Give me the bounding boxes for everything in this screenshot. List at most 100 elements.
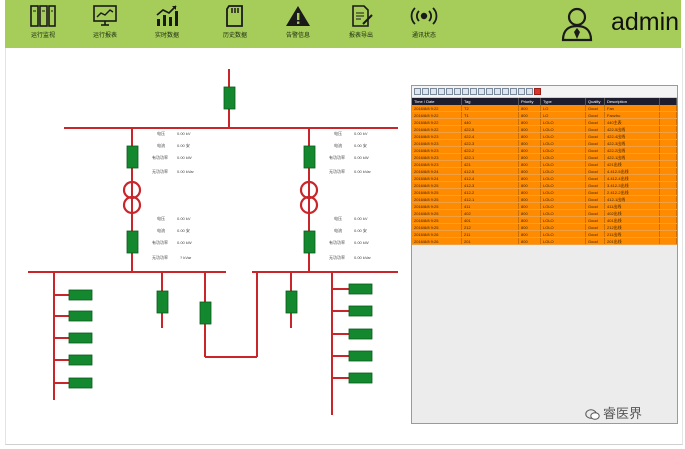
table-cell: 2016/8/8 9:23 [412, 161, 462, 167]
table-row[interactable]: 2016/8/8 9:26 201 800 LOLO Good 201出线 [412, 238, 677, 245]
table-cell: Good [586, 140, 605, 146]
table-cell: 412-2 [462, 189, 519, 195]
broadcast-icon [410, 7, 438, 25]
table-cell: 2016/8/8 9:22 [412, 105, 462, 111]
funnel-icon[interactable] [454, 88, 461, 95]
checkmark-icon[interactable] [470, 88, 477, 95]
table-row[interactable]: 2016/8/8 9:25 412-1 800 LOLO Good 412-1出线 [412, 196, 677, 203]
table-row[interactable]: 2016/8/8 9:22 422-5 800 LOLO Good 422-5出线 [412, 126, 677, 133]
table-cell [660, 105, 677, 111]
table-cell: 422-1 [462, 154, 519, 160]
table-cell: 401 [462, 217, 519, 223]
breaker-feeder-right-2[interactable] [348, 305, 373, 317]
table-cell: 2016/8/8 9:25 [412, 224, 462, 230]
readout-lower-right: 电压 0.00 kV 电流 0.00 安 有功功率 0.00 kW 无功功率 0… [329, 215, 371, 260]
table-cell: 2016/8/8 9:25 [412, 196, 462, 202]
breaker-bus-coupler[interactable] [199, 301, 212, 325]
table-cell [660, 133, 677, 139]
table-row[interactable]: 2016/8/8 9:22 T1 800 LO Good Fanzhu [412, 112, 677, 119]
table-icon[interactable] [438, 88, 445, 95]
paste-icon[interactable] [486, 88, 493, 95]
column-header-description[interactable]: Description [605, 98, 660, 105]
column-header-priority[interactable]: Priority [519, 98, 541, 105]
table-cell: 800 [519, 105, 541, 111]
grid-icon[interactable] [422, 88, 429, 95]
breaker-incoming[interactable] [223, 86, 236, 110]
breaker-right-upper[interactable] [303, 145, 316, 169]
table-cell: LOLO [541, 161, 586, 167]
table-cell [660, 182, 677, 188]
column-header-type[interactable]: Type [541, 98, 586, 105]
table-cell: Good [586, 133, 605, 139]
breaker-feeder-left-4[interactable] [68, 354, 93, 366]
breaker-feeder-left-1[interactable] [68, 289, 93, 301]
watermark: 睿医界 [585, 403, 642, 422]
readout-label: 无功功率 [152, 168, 168, 174]
chart-icon[interactable] [462, 88, 469, 95]
breaker-right-lower[interactable] [303, 230, 316, 254]
column-header-tag[interactable]: Tag [462, 98, 519, 105]
table-row[interactable]: 2016/8/8 9:25 412-3 800 LOLO Good 3.412-3出线 [412, 182, 677, 189]
user-avatar-icon[interactable] [560, 6, 594, 42]
table-cell: LOLO [541, 238, 586, 244]
table-row[interactable]: 2016/8/8 9:24 412-4 800 LOLO Good 4.412-4出线 [412, 175, 677, 182]
breaker-feeder-right-3[interactable] [348, 328, 373, 340]
table-cell: 402出线 [605, 210, 660, 216]
zoom-icon[interactable] [502, 88, 509, 95]
filter-icon[interactable] [414, 88, 421, 95]
readout-label: 有功功率 [329, 239, 345, 245]
table-row[interactable]: 2016/8/8 9:22 T2 800 LO Good Fan [412, 105, 677, 112]
table-row[interactable]: 2016/8/8 9:25 212 800 LOLO Good 212出线 [412, 224, 677, 231]
breaker-feeder-left-5[interactable] [68, 377, 93, 389]
table-row[interactable]: 2016/8/8 9:25 401 800 LOLO Good 401出线 [412, 217, 677, 224]
table-row[interactable]: 2016/8/8 9:23 422-2 800 LOLO Good 422-2出线 [412, 147, 677, 154]
table-cell: 800 [519, 175, 541, 181]
breaker-outgoing-right[interactable] [285, 290, 298, 314]
breaker-outgoing-left[interactable] [156, 290, 169, 314]
list-icon[interactable] [494, 88, 501, 95]
table-row[interactable]: 2016/8/8 9:26 211 800 LOLO Good 211出线 [412, 231, 677, 238]
table-row[interactable]: 2016/8/8 9:25 412-2 800 LOLO Good 2.412-2出线 [412, 189, 677, 196]
table-cell: LOLO [541, 210, 586, 216]
breaker-feeder-right-5[interactable] [348, 372, 373, 384]
table-cell: 800 [519, 210, 541, 216]
readout-label: 电压 [157, 130, 165, 136]
table-cell: 800 [519, 161, 541, 167]
table-row[interactable]: 2016/8/8 9:25 402 800 LOLO Good 402出线 [412, 210, 677, 217]
readout-value: 0.00 kVar [354, 255, 371, 260]
copy-icon[interactable] [478, 88, 485, 95]
readout-label: 电压 [334, 215, 342, 221]
column-header-quality[interactable]: Quality [586, 98, 605, 105]
export-icon[interactable] [510, 88, 517, 95]
table-row[interactable]: 2016/8/8 9:23 422-4 800 LOLO Good 422-4出线 [412, 133, 677, 140]
table-row[interactable]: 2016/8/8 9:23 422-1 800 LOLO Good 422-1出线 [412, 154, 677, 161]
table-cell [660, 224, 677, 230]
username-label[interactable]: admin [611, 8, 679, 37]
breaker-feeder-right-4[interactable] [348, 350, 373, 362]
table-cell: 800 [519, 189, 541, 195]
table-row[interactable]: 2016/8/8 9:25 411 800 LOLO Good 411出线 [412, 203, 677, 210]
table-row[interactable]: 2016/8/8 9:23 421 800 LOLO Good 421出线 [412, 161, 677, 168]
table-row[interactable]: 2016/8/8 9:23 422-3 800 LOLO Good 422-3出线 [412, 140, 677, 147]
breaker-feeder-left-3[interactable] [68, 332, 93, 344]
table-row[interactable]: 2016/8/8 9:24 412-5 800 LOLO Good 4.412-5出线 [412, 168, 677, 175]
readout-label: 电流 [157, 142, 165, 148]
table-cell: 212 [462, 224, 519, 230]
breaker-left-lower[interactable] [126, 230, 139, 254]
breaker-feeder-right-1[interactable] [348, 283, 373, 295]
table-cell [660, 140, 677, 146]
save-icon[interactable] [526, 88, 533, 95]
delete-icon[interactable] [534, 88, 541, 95]
breaker-feeder-left-2[interactable] [68, 310, 93, 322]
table-cell: Good [586, 182, 605, 188]
breaker-left-upper[interactable] [126, 145, 139, 169]
table-cell [660, 112, 677, 118]
column-header-time[interactable]: Time / Date [412, 98, 462, 105]
table-row[interactable]: 2016/8/8 9:22 440 800 LOLO Good 440主表 [412, 119, 677, 126]
table-cell: 412-5 [462, 168, 519, 174]
sort-icon[interactable] [446, 88, 453, 95]
column-header-extra[interactable] [660, 98, 677, 105]
home-icon[interactable] [430, 88, 437, 95]
refresh-icon[interactable] [518, 88, 525, 95]
table-cell: LOLO [541, 154, 586, 160]
